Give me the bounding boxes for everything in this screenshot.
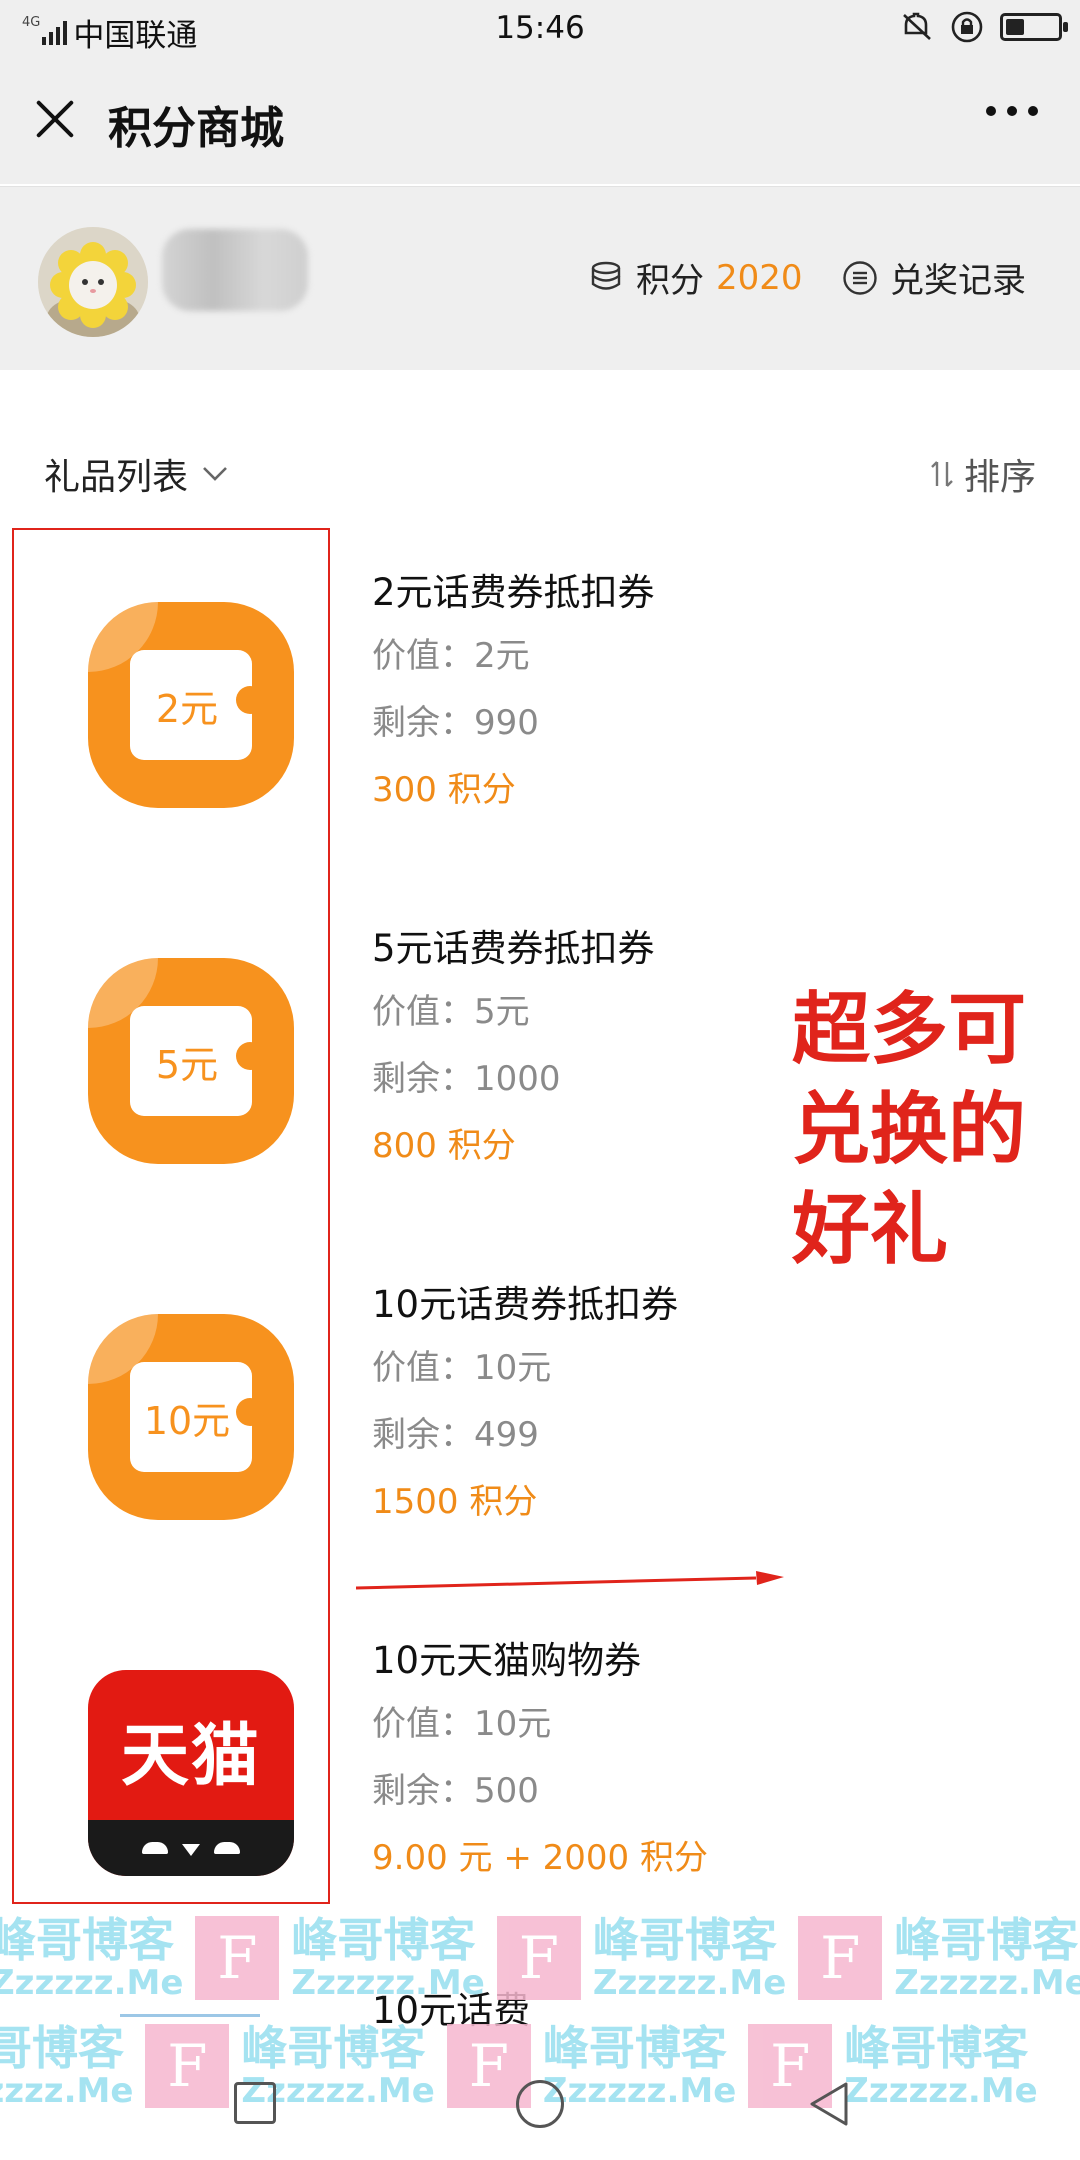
battery-level xyxy=(1006,19,1024,35)
gift-stock: 剩余：990 xyxy=(372,703,539,743)
gift-stock: 剩余：499 xyxy=(372,1415,539,1455)
gift-price: 300 积分 xyxy=(372,770,516,810)
gift-stock: 剩余：1000 xyxy=(372,1059,561,1099)
gift-price: 1500 积分 xyxy=(372,1482,538,1522)
coupon-icon-text: 5元 xyxy=(155,1042,219,1087)
coins-icon xyxy=(591,261,621,290)
records-button[interactable]: 兑奖记录 xyxy=(842,253,1026,302)
annotation-arrow xyxy=(356,1571,784,1590)
status-right xyxy=(900,10,1068,44)
system-nav-bar xyxy=(0,2050,1080,2160)
gift-name-partial: 10元话费 xyxy=(372,1989,531,2032)
coupon-icon: 10元 xyxy=(88,1314,294,1520)
coupon-icon-text: 2元 xyxy=(155,686,219,731)
points-summary[interactable]: 积分 2020 xyxy=(590,253,803,302)
sort-label: 排序 xyxy=(963,457,1036,498)
sort-icon xyxy=(931,461,953,487)
recents-icon[interactable] xyxy=(234,2082,276,2124)
points-label: 积分 xyxy=(636,261,704,301)
mute-icon xyxy=(903,12,931,40)
gift-name: 10元天猫购物券 xyxy=(372,1639,642,1682)
coupon-icon: 2元 xyxy=(88,602,294,808)
title-bar: 积分商城 xyxy=(0,58,1080,184)
battery-icon xyxy=(1000,13,1068,41)
divider xyxy=(120,2014,260,2017)
gift-stock: 剩余：500 xyxy=(372,1771,539,1811)
more-icon[interactable] xyxy=(986,106,1038,116)
tmall-icon-text: 天猫 xyxy=(120,1717,261,1796)
annotation-text: 超多可 兑换的 好礼 xyxy=(792,980,1052,1280)
profile-bar: 积分 2020 兑奖记录 xyxy=(0,186,1080,370)
records-label: 兑奖记录 xyxy=(890,261,1026,301)
close-icon[interactable] xyxy=(30,94,80,144)
nickname-blurred xyxy=(162,229,308,311)
avatar-image xyxy=(38,227,148,337)
tmall-icon: 天猫 xyxy=(88,1670,294,1876)
annotation-line: 兑换的 xyxy=(792,1085,1027,1175)
coupon-icon-text: 10元 xyxy=(143,1398,231,1443)
gift-price: 800 积分 xyxy=(372,1126,516,1166)
gift-value: 价值：5元 xyxy=(372,992,530,1032)
gift-price: 9.00 元 + 2000 积分 xyxy=(372,1838,708,1878)
rotation-lock-icon xyxy=(951,11,983,43)
chevron-down-icon xyxy=(203,467,227,481)
status-bar: 4G 中国联通 15:46 xyxy=(0,0,1080,58)
gift-value: 价值：10元 xyxy=(372,1704,552,1744)
annotation-line: 超多可 xyxy=(792,985,1027,1075)
home-icon[interactable] xyxy=(516,2080,564,2128)
list-filter[interactable]: 礼品列表 xyxy=(44,448,228,500)
gift-name: 10元话费券抵扣券 xyxy=(372,1283,679,1326)
list-icon xyxy=(843,260,877,295)
list-title-label: 礼品列表 xyxy=(44,457,189,498)
gift-name: 2元话费券抵扣券 xyxy=(372,571,655,614)
coupon-icon: 5元 xyxy=(88,958,294,1164)
gift-value: 价值：10元 xyxy=(372,1348,552,1388)
gift-value: 价值：2元 xyxy=(372,636,530,676)
gift-name: 5元话费券抵扣券 xyxy=(372,927,655,970)
sort-button[interactable]: 排序 xyxy=(928,448,1036,500)
avatar[interactable] xyxy=(38,227,148,337)
page-title: 积分商城 xyxy=(108,103,284,154)
back-icon[interactable] xyxy=(806,2080,852,2128)
points-value: 2020 xyxy=(716,257,803,298)
gift-item[interactable]: 天猫 10元天猫购物券 价值：10元 剩余：500 9.00 元 + 2000 … xyxy=(0,1630,1080,1986)
annotation-line: 好礼 xyxy=(792,1185,949,1275)
gift-item[interactable]: 2元 2元话费券抵扣券 价值：2元 剩余：990 300 积分 xyxy=(0,562,1080,918)
